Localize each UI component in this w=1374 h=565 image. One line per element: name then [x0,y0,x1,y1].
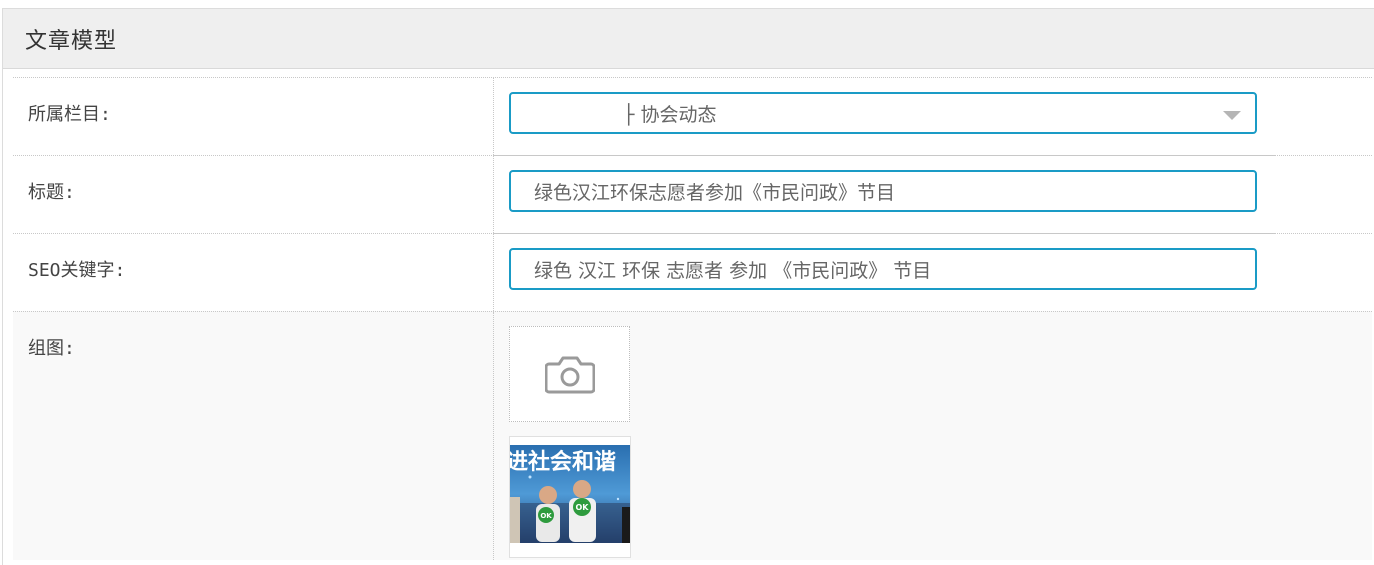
gallery-label: 组图: [28,338,75,359]
image-upload-button[interactable] [509,326,630,422]
title-label: 标题: [28,182,75,203]
title-input[interactable]: 绿色汉江环保志愿者参加《市民问政》节目 [509,170,1257,212]
panel-title: 文章模型 [25,28,118,54]
article-form: 所属栏目: ├ 协会动态 标题: 绿色汉江环保志愿者参加《市民问政》节目 SEO… [13,77,1372,560]
gallery-thumbnail[interactable]: 进社会和谐 OK OK [509,436,631,558]
seo-keywords-field: 绿色 汉江 环保 志愿者 参加 《市民问政》 节目 [493,234,1274,311]
form-row-title: 标题: 绿色汉江环保志愿者参加《市民问政》节目 [13,155,1372,234]
thumbnail-image: 进社会和谐 OK OK [510,437,630,557]
thumbnail-badge-right: OK [576,503,590,512]
category-select-value: ├ 协会动态 [623,103,717,126]
title-field: 绿色汉江环保志愿者参加《市民问政》节目 [493,156,1274,233]
form-row-category: 所属栏目: ├ 协会动态 [13,77,1372,156]
seo-keywords-input[interactable]: 绿色 汉江 环保 志愿者 参加 《市民问政》 节目 [509,248,1257,290]
thumbnail-badge-left: OK [540,512,552,520]
form-row-gallery: 组图: 进社会和谐 OK OK [13,311,1372,560]
gallery-field: 进社会和谐 OK OK [493,312,1372,560]
camera-icon [544,356,595,394]
category-field: ├ 协会动态 [493,78,1274,155]
category-select[interactable]: ├ 协会动态 [509,92,1257,134]
panel-header: 文章模型 [3,9,1374,69]
form-row-seo-keywords: SEO关键字: 绿色 汉江 环保 志愿者 参加 《市民问政》 节目 [13,233,1372,312]
thumbnail-banner-text: 进社会和谐 [510,449,616,475]
seo-keywords-label: SEO关键字: [28,260,126,281]
category-label: 所属栏目: [28,104,111,125]
chevron-down-icon[interactable] [1223,111,1241,120]
